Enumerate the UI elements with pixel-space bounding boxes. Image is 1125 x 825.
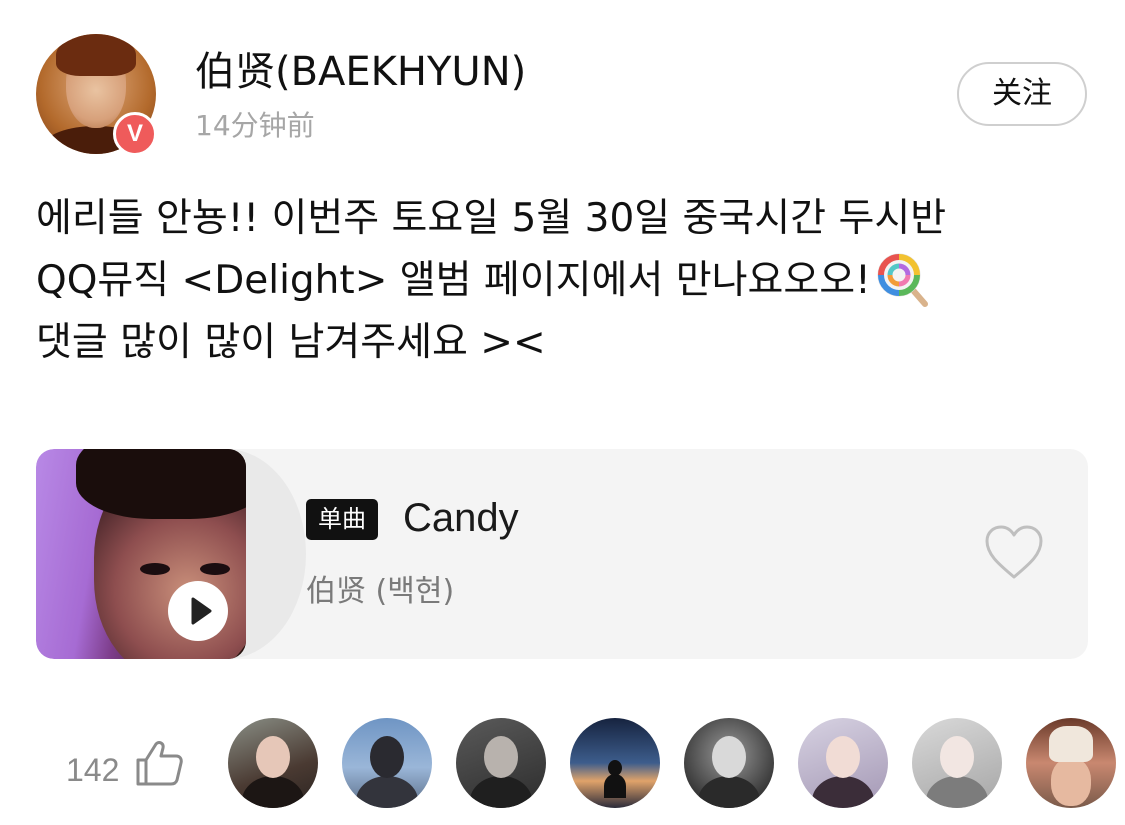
- heart-outline-icon: [985, 525, 1043, 579]
- liker-avatar-8[interactable]: [1026, 718, 1116, 808]
- liker-avatar-body: [604, 774, 626, 798]
- cover-eye-right: [200, 563, 230, 575]
- verified-badge-icon: V: [113, 112, 157, 156]
- song-title: Candy: [403, 496, 519, 540]
- liker-avatar-1[interactable]: [228, 718, 318, 808]
- liker-avatar-6[interactable]: [798, 718, 888, 808]
- post-text: 에리들 안뇽!! 이번주 토요일 5월 30일 중국시간 두시반 QQ뮤직 <D…: [36, 188, 1096, 374]
- song-artist: 伯贤 (백현): [306, 574, 455, 609]
- avatar-hair: [56, 34, 136, 76]
- follow-button[interactable]: 关注: [957, 62, 1087, 126]
- liker-avatar-head: [1049, 726, 1093, 762]
- cover-hair: [76, 449, 246, 519]
- thumbs-up-icon[interactable]: [134, 738, 184, 788]
- album-cover: [36, 449, 246, 659]
- liker-avatar-4[interactable]: [570, 718, 660, 808]
- liker-avatar-2[interactable]: [342, 718, 432, 808]
- post-line-1: 에리들 안뇽!! 이번주 토요일 5월 30일 중국시간 두시반: [36, 196, 947, 241]
- post-line-2-wrap: QQ뮤직 <Delight> 앨범 페이지에서 만나요오오!: [36, 250, 1096, 312]
- post-line-2: QQ뮤직 <Delight> 앨범 페이지에서 만나요오오!: [36, 258, 871, 303]
- weibo-post: V 伯贤(BAEKHYUN) 14分钟前 关注 에리들 안뇽!! 이번주 토요일…: [0, 0, 1125, 825]
- liker-avatar-head: [370, 736, 404, 778]
- username[interactable]: 伯贤(BAEKHYUN): [195, 46, 526, 98]
- cover-eye-left: [140, 563, 170, 575]
- post-line-3: 댓글 많이 많이 남겨주세요 ><: [36, 320, 546, 365]
- liker-avatar-body: [242, 776, 304, 808]
- liker-avatar-body: [812, 776, 874, 808]
- liker-avatar-body: [698, 776, 760, 808]
- music-card[interactable]: 单曲 Candy 伯贤 (백현): [36, 449, 1088, 659]
- liker-avatar-body: [1051, 758, 1091, 806]
- liker-avatar-head: [256, 736, 290, 778]
- play-icon: [191, 597, 212, 625]
- liker-avatar-body: [470, 776, 532, 808]
- liker-avatar-head: [826, 736, 860, 778]
- liker-avatar-body: [926, 776, 988, 808]
- like-song-button[interactable]: [982, 523, 1046, 583]
- lollipop-icon: [875, 251, 929, 307]
- likes-count: 142: [66, 752, 120, 788]
- liker-avatar-head: [940, 736, 974, 778]
- play-button[interactable]: [168, 581, 228, 641]
- liker-avatar-head: [712, 736, 746, 778]
- liker-avatar-5[interactable]: [684, 718, 774, 808]
- liker-avatar-body: [356, 776, 418, 808]
- liker-avatar-7[interactable]: [912, 718, 1002, 808]
- single-badge: 单曲: [306, 499, 378, 540]
- liker-avatar-head: [484, 736, 518, 778]
- liker-avatar-3[interactable]: [456, 718, 546, 808]
- liker-avatar-head: [608, 760, 622, 776]
- post-timestamp: 14分钟前: [195, 109, 315, 142]
